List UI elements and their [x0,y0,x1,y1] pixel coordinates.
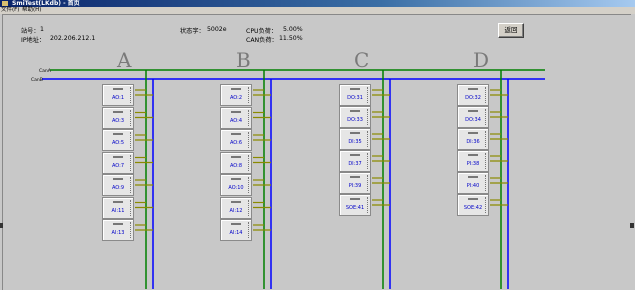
card-label: AO:2 [229,95,243,101]
io-card[interactable]: PI:38 [457,150,489,172]
segment-label-b: B [236,48,251,72]
card-connector-icon [468,154,478,156]
card-connector-icon [350,88,360,90]
card-label: AO:7 [111,162,125,169]
card-label: AO:3 [111,117,125,124]
card-label: DO:31 [347,95,363,101]
card-label: AO:10 [228,185,244,191]
canb-bus-label: CanB [31,77,43,83]
card-connector-icon [468,88,478,90]
io-card[interactable]: AO:7 [102,151,134,174]
segment-label-d: D [473,48,489,72]
card-label: DO:32 [465,95,481,101]
io-card[interactable]: AO:1 [102,84,134,106]
io-card[interactable]: AO:10 [220,174,252,196]
io-card[interactable]: DI:36 [457,128,489,150]
card-label: AI:11 [111,207,125,214]
io-card[interactable]: AO:4 [220,106,252,129]
card-connector-icon [113,133,123,135]
card-label: PI:38 [466,161,480,167]
io-card[interactable]: AI:14 [220,219,252,241]
io-card[interactable]: AO:6 [220,129,252,151]
io-card[interactable]: DO:31 [339,84,371,106]
io-card[interactable]: AO:3 [102,106,134,129]
io-card[interactable]: AO:5 [102,129,134,151]
card-connector-icon [113,110,123,113]
card-connector-icon [231,200,241,203]
card-label: SOE:42 [463,205,483,211]
card-connector-icon [113,155,123,158]
card-label: DO:34 [465,117,481,123]
card-label: DO:33 [347,117,363,123]
card-label: SOE:41 [345,205,365,211]
card-connector-icon [113,200,123,203]
card-connector-icon [468,176,478,178]
card-connector-icon [350,176,360,178]
cana-bus-label: CanA [39,68,52,74]
card-connector-icon [113,223,123,225]
io-card[interactable]: SOE:41 [339,194,371,216]
card-connector-icon [468,198,478,200]
io-card[interactable]: PI:40 [457,172,489,194]
io-card[interactable]: PI:39 [339,172,371,194]
segment-label-c: C [354,48,369,72]
io-card[interactable]: AI:13 [102,219,134,241]
card-connector-icon [231,88,241,90]
card-label: DI:37 [348,161,362,167]
card-label: AO:4 [229,117,243,124]
card-label: AO:8 [229,162,243,169]
card-label: AO:5 [111,140,125,146]
card-label: AO:9 [111,185,125,191]
card-label: DI:36 [466,139,480,145]
io-card[interactable]: DI:35 [339,128,371,150]
card-label: AI:12 [229,207,243,214]
card-connector-icon [231,133,241,135]
card-connector-icon [350,132,360,134]
card-label: AI:13 [111,230,125,236]
card-connector-icon [468,110,478,112]
io-card[interactable]: DO:32 [457,84,489,106]
card-label: DI:35 [348,139,362,145]
card-connector-icon [231,223,241,225]
card-connector-icon [350,154,360,156]
card-connector-icon [231,155,241,158]
card-label: AO:6 [229,140,243,146]
splitter-handle-left[interactable] [0,223,3,228]
card-connector-icon [231,178,241,180]
card-connector-icon [350,110,360,112]
io-card[interactable]: SOE:42 [457,194,489,216]
card-connector-icon [113,88,123,90]
card-label: PI:40 [466,183,480,189]
card-label: AO:1 [111,95,125,101]
card-connector-icon [468,132,478,134]
bus-diagram: CanA CanB A B C D [31,48,545,289]
card-connector-icon [350,198,360,200]
card-label: AI:14 [229,230,243,236]
card-label: PI:39 [348,183,362,189]
io-card[interactable]: DO:33 [339,106,371,128]
io-card[interactable]: AO:8 [220,151,252,174]
segment-label-a: A [116,48,132,72]
card-connector-icon [231,110,241,113]
io-card[interactable]: DI:37 [339,150,371,172]
io-card[interactable]: AO:2 [220,84,252,106]
card-connector-icon [113,178,123,180]
io-card[interactable]: AI:11 [102,196,134,219]
splitter-handle-right[interactable] [630,223,634,228]
io-card[interactable]: AI:12 [220,196,252,219]
io-card[interactable]: DO:34 [457,106,489,128]
io-card[interactable]: AO:9 [102,174,134,196]
